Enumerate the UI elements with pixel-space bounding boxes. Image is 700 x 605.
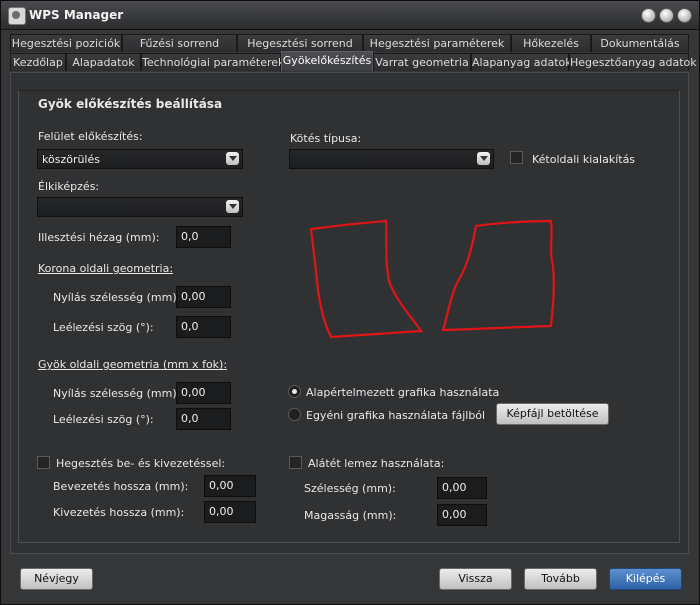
section-title: Gyök előkészítés beállítása — [38, 97, 223, 111]
backing-width-label: Szélesség (mm): — [304, 482, 396, 495]
tab-row-1: Hegesztési poziciók Fűzési sorrend Heges… — [1, 34, 699, 52]
runout-checkbox[interactable] — [37, 456, 50, 469]
tab-alapadatok[interactable]: Alapadatok — [66, 53, 141, 71]
next-button[interactable]: Tovább — [524, 568, 597, 590]
edge-label: Élkiképzés: — [38, 180, 100, 193]
app-icon — [8, 7, 26, 25]
tab-dokumentalas[interactable]: Dokumentálás — [591, 34, 689, 52]
back-button[interactable]: Vissza — [439, 568, 512, 590]
tab-hegesztesi-sorrend[interactable]: Hegesztési sorrend — [237, 34, 363, 52]
main-window: WPS Manager Hegesztési poziciók Fűzési s… — [0, 0, 700, 605]
maximize-button[interactable] — [659, 8, 674, 23]
root-angle-label: Leélezési szög (°): — [53, 413, 154, 426]
joint-sketch-image — [309, 219, 555, 339]
backing-plate-checkbox[interactable] — [289, 456, 302, 469]
load-image-button[interactable]: Képfájl betöltése — [496, 403, 609, 425]
surface-select[interactable]: köszörülés — [37, 149, 243, 169]
joint-type-select[interactable] — [289, 149, 494, 169]
title-bar: WPS Manager — [1, 1, 699, 30]
tab-alapanyag-adatok[interactable]: Alapanyag adatok — [471, 53, 572, 71]
runout-length-input[interactable]: 0,00 — [204, 501, 256, 523]
custom-graphics-label: Egyéni grafika használata fájlból — [306, 409, 486, 422]
tab-gyokelokeszites[interactable]: Gyökelőkészítés — [281, 51, 373, 71]
joint-type-label: Kötés típusa: — [290, 132, 362, 145]
tab-fuzesi-sorrend[interactable]: Fűzési sorrend — [122, 34, 237, 52]
surface-label: Felület előkészítés: — [38, 130, 143, 143]
tab-hegesztoanyag-adatok[interactable]: Hegesztőanyag adatok — [569, 53, 697, 71]
backing-height-input[interactable]: 0,00 — [437, 504, 487, 526]
window-title: WPS Manager — [29, 8, 124, 22]
chevron-down-icon — [226, 200, 239, 213]
left-plate-outline — [309, 219, 423, 339]
right-plate-outline — [441, 219, 555, 332]
runin-length-input[interactable]: 0,00 — [204, 475, 256, 497]
custom-graphics-radio[interactable] — [288, 408, 301, 421]
tab-kezdolap[interactable]: Kezdőlap — [10, 53, 66, 71]
tab-hegesztesi-poziciok[interactable]: Hegesztési poziciók — [10, 34, 122, 52]
tab-technologiai-parameterek[interactable]: Technológiai paraméterek — [141, 53, 284, 71]
chevron-down-icon — [226, 152, 239, 165]
runin-length-label: Bevezetés hossza (mm): — [53, 480, 189, 493]
default-graphics-label: Alapértelmezett grafika használata — [306, 386, 500, 399]
default-graphics-radio[interactable] — [288, 385, 301, 398]
double-sided-checkbox[interactable] — [510, 151, 523, 164]
crown-opening-label: Nyílás szélesség (mm): — [53, 291, 181, 304]
about-button[interactable]: Névjegy — [20, 568, 93, 590]
root-geometry-title: Gyök oldali geometria (mm x fok): — [38, 358, 228, 371]
tab-varrat-geometria[interactable]: Varrat geometria — [373, 53, 471, 71]
edge-select[interactable] — [37, 197, 243, 217]
tab-row-2: Kezdőlap Alapadatok Technológiai paramét… — [1, 51, 699, 71]
backing-height-label: Magasság (mm): — [304, 509, 397, 522]
exit-button[interactable]: Kilépés — [609, 568, 682, 590]
backing-width-input[interactable]: 0,00 — [437, 477, 487, 499]
runout-length-label: Kivezetés hossza (mm): — [53, 506, 185, 519]
chevron-down-icon — [477, 152, 490, 165]
minimize-button[interactable] — [641, 8, 656, 23]
crown-angle-label: Leélezési szög (°): — [53, 321, 154, 334]
root-opening-input[interactable]: 0,00 — [176, 382, 231, 404]
root-angle-input[interactable]: 0,0 — [176, 408, 231, 430]
crown-geometry-title: Korona oldali geometria: — [38, 262, 174, 275]
tab-hegesztesi-parameterek[interactable]: Hegesztési paraméterek — [363, 34, 511, 52]
surface-value: köszörülés — [42, 153, 100, 166]
crown-opening-input[interactable]: 0,00 — [176, 286, 231, 308]
close-button[interactable] — [677, 8, 692, 23]
root-opening-label: Nyílás szélesség (mm): — [53, 387, 181, 400]
tab-hokezeles[interactable]: Hőkezelés — [511, 34, 591, 52]
backing-plate-label: Alátét lemez használata: — [308, 457, 445, 470]
double-sided-label: Kétoldali kialakítás — [532, 153, 636, 166]
gap-label: Illesztési hézag (mm): — [38, 231, 160, 244]
runout-label: Hegesztés be- és kivezetéssel: — [56, 457, 226, 470]
gap-input[interactable]: 0,0 — [176, 226, 231, 248]
crown-angle-input[interactable]: 0,0 — [176, 316, 231, 338]
